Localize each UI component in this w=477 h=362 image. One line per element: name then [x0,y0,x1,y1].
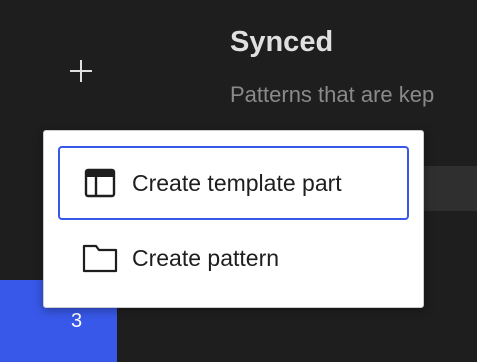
folder-icon [82,240,118,276]
menu-item-label: Create template part [132,169,342,196]
create-template-part-menu-item[interactable]: Create template part [58,146,409,220]
add-button[interactable] [56,46,106,96]
plus-icon [70,60,92,82]
page: 3 Synced Patterns that are kep n Create … [0,0,477,362]
add-new-dropdown-menu: Create template part Create pattern [43,130,424,308]
menu-item-label: Create pattern [132,244,280,271]
create-pattern-menu-item[interactable]: Create pattern [58,221,409,295]
count-badge-label: 3 [70,310,83,332]
page-description: Patterns that are kep [230,82,435,107]
template-part-icon [82,165,118,201]
page-title: Synced [230,26,334,58]
